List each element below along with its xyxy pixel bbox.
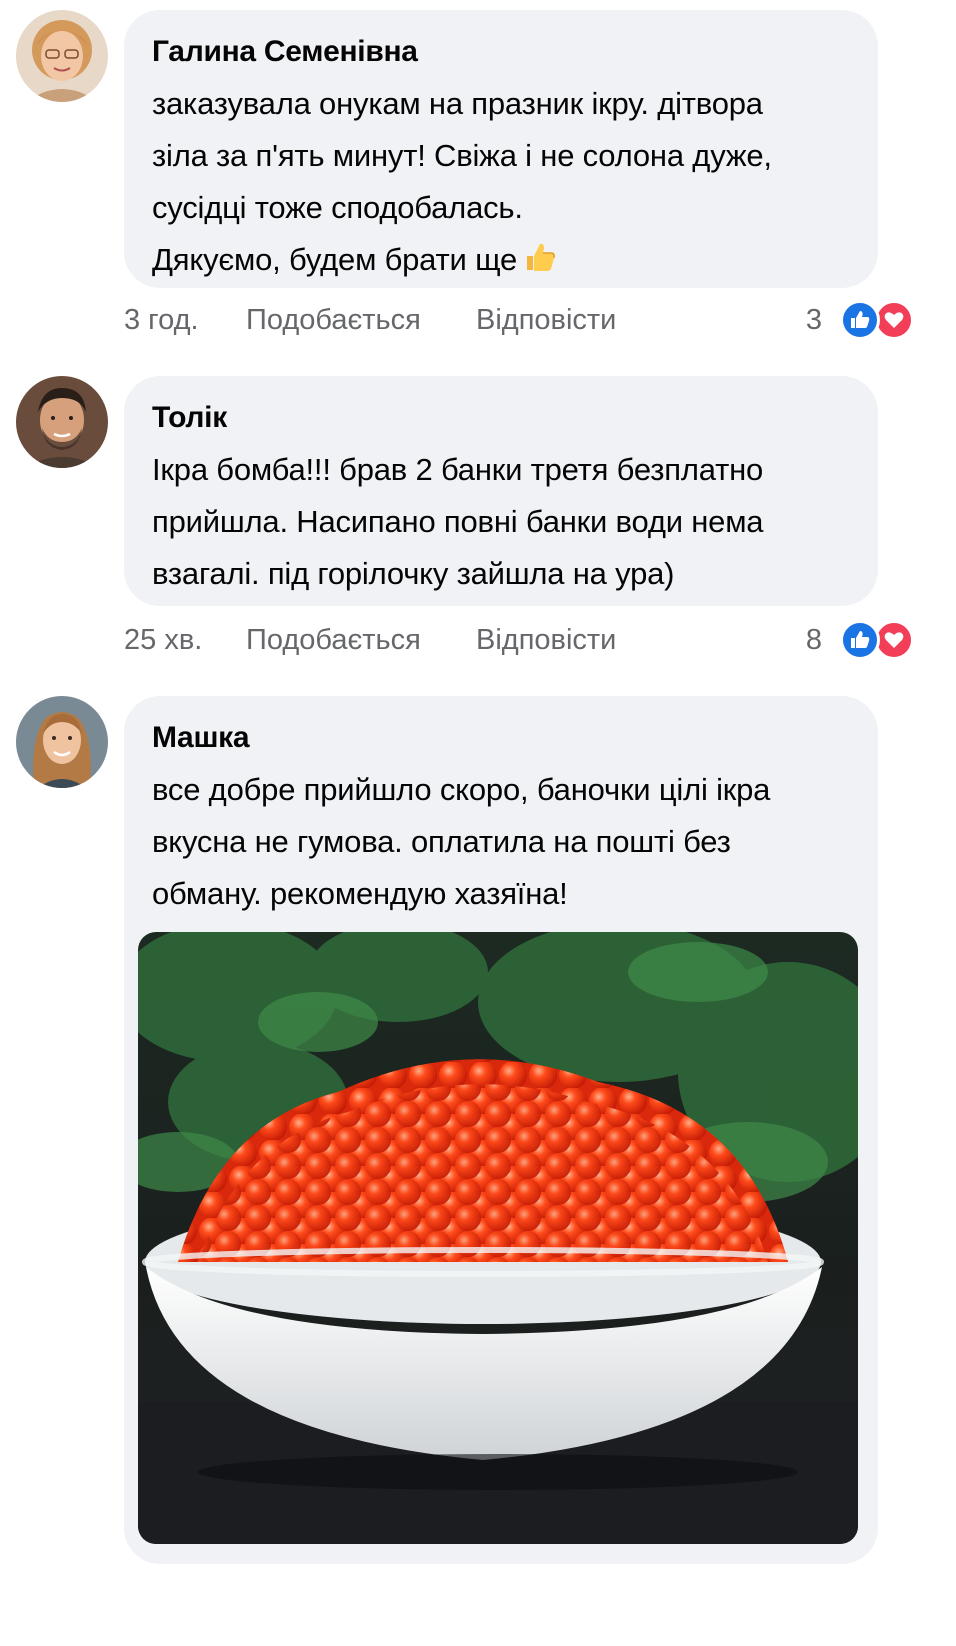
avatar[interactable] <box>16 10 108 102</box>
like-button[interactable]: Подобається <box>246 620 421 660</box>
comment-author[interactable]: Толік <box>152 398 848 438</box>
comment-time[interactable]: 25 хв. <box>124 620 202 660</box>
comment-text: все добре прийшло скоро, баночки цілі ік… <box>152 772 771 911</box>
comment-text: заказувала онукам на празник ікру. дітво… <box>152 78 848 290</box>
reactions[interactable] <box>840 300 924 340</box>
reply-button[interactable]: Відповісти <box>476 300 616 340</box>
thumbs-up-icon <box>523 238 557 290</box>
love-reaction-icon <box>874 620 914 660</box>
love-reaction-icon <box>874 300 914 340</box>
avatar[interactable] <box>16 376 108 468</box>
comment-author[interactable]: Машка <box>152 718 848 758</box>
comment-bubble: Галина Семенівна заказувала онукам на пр… <box>124 10 878 288</box>
comment-author[interactable]: Галина Семенівна <box>152 32 848 72</box>
like-reaction-icon <box>840 300 880 340</box>
comment-text: Ікра бомба!!! брав 2 банки третя безплат… <box>152 452 764 591</box>
comment-bubble: Толік Ікра бомба!!! брав 2 банки третя б… <box>124 376 878 606</box>
like-button[interactable]: Подобається <box>246 300 421 340</box>
red-caviar-bowl-photo[interactable] <box>138 932 858 1544</box>
comment-text-body: заказувала онукам на празник ікру. дітво… <box>152 86 772 277</box>
reaction-count[interactable]: 8 <box>806 620 822 660</box>
avatar[interactable] <box>16 696 108 788</box>
reactions[interactable] <box>840 620 924 660</box>
comment-actions: 25 хв. Подобається Відповісти 8 <box>124 620 924 660</box>
reply-button[interactable]: Відповісти <box>476 620 616 660</box>
comment-time[interactable]: 3 год. <box>124 300 199 340</box>
reaction-count[interactable]: 3 <box>806 300 822 340</box>
comment-actions: 3 год. Подобається Відповісти 3 <box>124 300 924 340</box>
like-reaction-icon <box>840 620 880 660</box>
